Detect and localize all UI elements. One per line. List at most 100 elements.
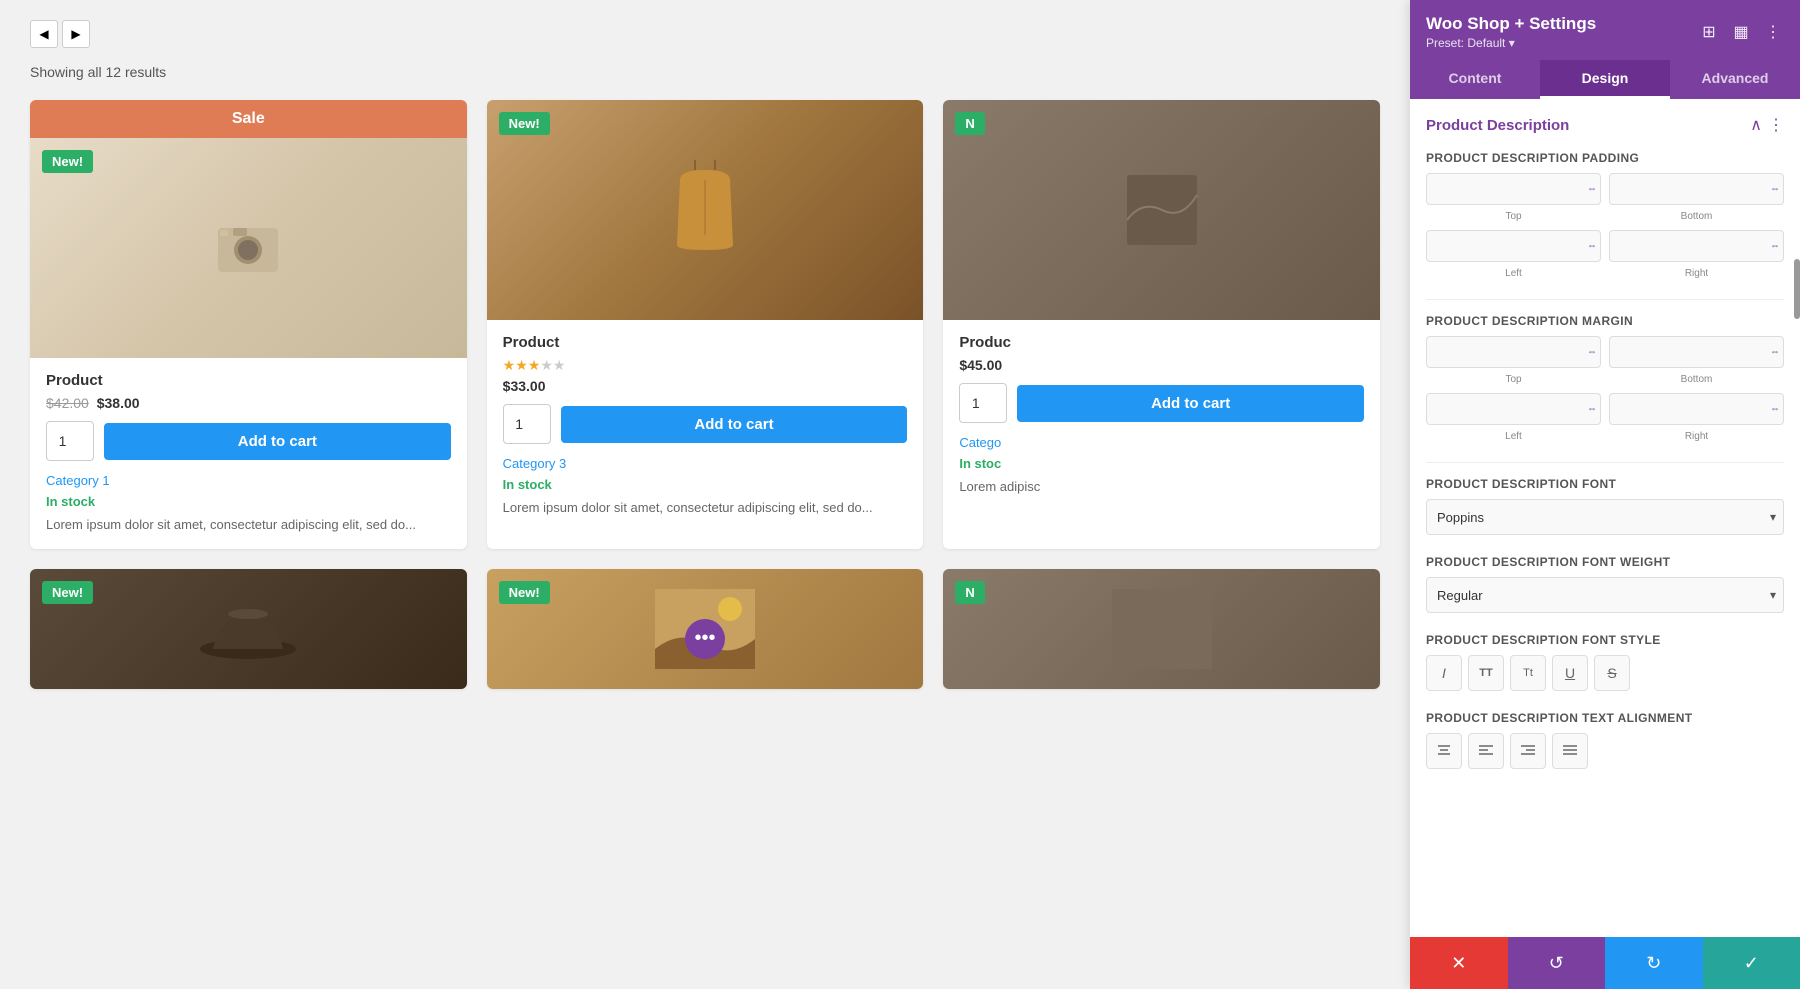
pagination[interactable]: ◀ ▶ <box>30 20 1380 48</box>
padding-left-label: Left <box>1426 268 1601 279</box>
padding-field-group: Product Description Padding ⇔ ⇔ Top Bott… <box>1426 151 1784 279</box>
product-card: Sale New! Product $42.00 $38. <box>30 100 467 549</box>
font-select[interactable]: Poppins Roboto Open Sans <box>1426 499 1784 535</box>
style-buttons: I TT Tt U S <box>1426 655 1784 691</box>
cancel-button[interactable]: ✕ <box>1410 937 1508 989</box>
margin-bottom-input[interactable] <box>1609 336 1784 368</box>
in-stock-label: In stock <box>46 494 451 509</box>
padding-left-right: ⇔ ⇔ <box>1426 230 1784 262</box>
product-card: New! ••• <box>487 569 924 689</box>
product-card: N <box>943 569 1380 689</box>
underline-button[interactable]: U <box>1552 655 1588 691</box>
category-link[interactable]: Category 3 <box>503 456 908 471</box>
bold-tt-button[interactable]: TT <box>1468 655 1504 691</box>
old-price: $42.00 <box>46 395 89 411</box>
panel-title: Woo Shop + Settings <box>1426 14 1596 34</box>
star-rating: ★★★★★ <box>503 357 908 374</box>
margin-bottom-label: Bottom <box>1609 374 1784 385</box>
save-button[interactable]: ✓ <box>1703 937 1800 989</box>
padding-right-wrap: ⇔ <box>1609 230 1784 262</box>
section-controls: ∧ ⋮ <box>1750 115 1784 135</box>
title-case-button[interactable]: Tt <box>1510 655 1546 691</box>
undo-button[interactable]: ↺ <box>1508 937 1606 989</box>
redo-button[interactable]: ↻ <box>1605 937 1703 989</box>
panel-preset[interactable]: Preset: Default ▾ <box>1426 36 1596 50</box>
qty-input[interactable] <box>46 421 94 461</box>
more-section-icon[interactable]: ⋮ <box>1768 115 1784 135</box>
divider <box>1426 299 1784 300</box>
text-alignment-label: Product Description Text Alignment <box>1426 711 1784 725</box>
add-to-cart-row: Add to cart <box>959 383 1364 423</box>
italic-button[interactable]: I <box>1426 655 1462 691</box>
add-to-cart-button[interactable]: Add to cart <box>1017 385 1364 422</box>
prev-page-btn[interactable]: ◀ <box>30 20 58 48</box>
margin-right-label: Right <box>1609 431 1784 442</box>
product-price: $42.00 $38.00 <box>46 395 451 411</box>
more-options-icon[interactable]: ⋮ <box>1762 21 1784 43</box>
add-to-cart-row: Add to cart <box>46 421 451 461</box>
font-style-label: Product Description Font Style <box>1426 633 1784 647</box>
qty-input[interactable] <box>503 404 551 444</box>
product-info: Product ★★★★★ $33.00 Add to cart Categor… <box>487 320 924 532</box>
floating-action-button[interactable]: ••• <box>685 619 725 659</box>
panel-header-icons: ⊞ ▦ ⋮ <box>1698 21 1784 43</box>
panel-footer: ✕ ↺ ↻ ✓ <box>1410 937 1800 989</box>
new-price: $38.00 <box>97 395 140 411</box>
align-justify-button[interactable] <box>1552 733 1588 769</box>
main-content: ◀ ▶ Showing all 12 results Sale New! <box>0 0 1410 989</box>
add-to-cart-row: Add to cart <box>503 404 908 444</box>
collapse-icon[interactable]: ∧ <box>1750 115 1762 135</box>
margin-left-wrap: ⇔ <box>1426 393 1601 425</box>
product-image: New! ••• <box>487 569 924 689</box>
badge-new: New! <box>499 581 550 604</box>
scrollbar[interactable] <box>1794 259 1800 319</box>
panel-header: Woo Shop + Settings Preset: Default ▾ ⊞ … <box>1410 0 1800 60</box>
text-alignment-field-group: Product Description Text Alignment <box>1426 711 1784 769</box>
product-image-bag <box>487 100 924 320</box>
padding-left-input[interactable] <box>1426 230 1601 262</box>
margin-top-bottom: ⇔ ⇔ <box>1426 336 1784 368</box>
in-stock-label: In stock <box>503 477 908 492</box>
strikethrough-button[interactable]: S <box>1594 655 1630 691</box>
layout-icon[interactable]: ▦ <box>1730 21 1752 43</box>
margin-top-input[interactable] <box>1426 336 1601 368</box>
product-image: N <box>943 100 1380 320</box>
add-to-cart-button[interactable]: Add to cart <box>561 406 908 443</box>
font-style-field-group: Product Description Font Style I TT Tt U… <box>1426 633 1784 691</box>
tab-advanced[interactable]: Advanced <box>1670 60 1800 99</box>
category-link[interactable]: Category 1 <box>46 473 451 488</box>
section-header: Product Description ∧ ⋮ <box>1426 115 1784 135</box>
padding-top-wrap: ⇔ <box>1426 173 1601 205</box>
product-image-camera <box>30 138 467 358</box>
padding-sublabels-lr: Left Right <box>1426 268 1784 279</box>
padding-bottom-input[interactable] <box>1609 173 1784 205</box>
padding-label: Product Description Padding <box>1426 151 1784 165</box>
responsive-icon[interactable]: ⊞ <box>1698 21 1720 43</box>
padding-top-label: Top <box>1426 211 1601 222</box>
qty-input[interactable] <box>959 383 1007 423</box>
align-left-button[interactable] <box>1468 733 1504 769</box>
products-grid: Sale New! Product $42.00 $38. <box>30 100 1380 689</box>
panel-title-group: Woo Shop + Settings Preset: Default ▾ <box>1426 14 1596 50</box>
tab-content[interactable]: Content <box>1410 60 1540 99</box>
tab-design[interactable]: Design <box>1540 60 1670 99</box>
margin-top-wrap: ⇔ <box>1426 336 1601 368</box>
next-page-btn[interactable]: ▶ <box>62 20 90 48</box>
margin-top-label: Top <box>1426 374 1601 385</box>
margin-left-input[interactable] <box>1426 393 1601 425</box>
padding-right-input[interactable] <box>1609 230 1784 262</box>
product-image-partial <box>943 100 1380 320</box>
add-to-cart-button[interactable]: Add to cart <box>104 423 451 460</box>
font-select-wrap: Poppins Roboto Open Sans ▾ <box>1426 499 1784 535</box>
font-field-group: Product Description Font Poppins Roboto … <box>1426 477 1784 535</box>
font-weight-select[interactable]: Regular Bold Light Medium <box>1426 577 1784 613</box>
padding-right-label: Right <box>1609 268 1784 279</box>
align-right-button[interactable] <box>1510 733 1546 769</box>
font-weight-field-group: Product Description Font Weight Regular … <box>1426 555 1784 613</box>
link-icon: ⇔ <box>1770 347 1780 358</box>
align-center-button[interactable] <box>1426 733 1462 769</box>
padding-top-input[interactable] <box>1426 173 1601 205</box>
margin-right-input[interactable] <box>1609 393 1784 425</box>
font-weight-label: Product Description Font Weight <box>1426 555 1784 569</box>
category-link[interactable]: Catego <box>959 435 1364 450</box>
